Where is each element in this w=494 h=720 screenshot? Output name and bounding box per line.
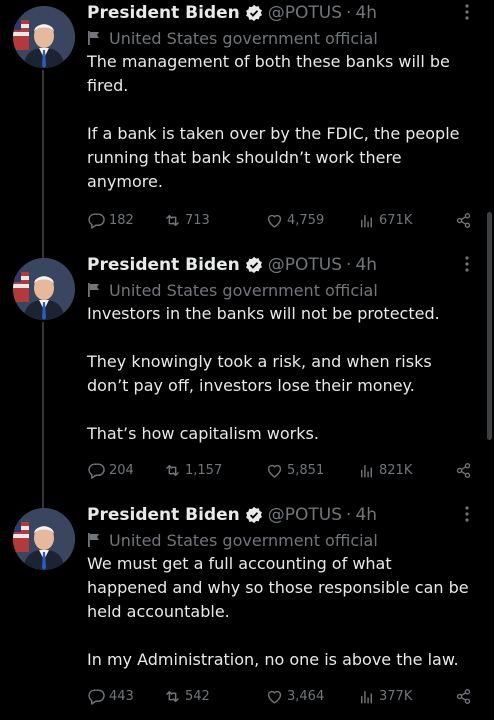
tweet-paragraph: We must get a full accounting of what ha… bbox=[87, 554, 469, 621]
like-count: 5,851 bbox=[287, 462, 325, 478]
retweet-icon bbox=[166, 690, 179, 702]
like-button[interactable]: 5,851 bbox=[265, 459, 324, 481]
avatar-portrait bbox=[13, 258, 75, 320]
share-button[interactable] bbox=[454, 209, 476, 231]
reply-count: 204 bbox=[109, 462, 134, 478]
author-name[interactable]: President Biden bbox=[87, 252, 240, 278]
author-name[interactable]: President Biden bbox=[87, 502, 240, 528]
avatar-portrait bbox=[13, 6, 75, 68]
share-button[interactable] bbox=[454, 685, 476, 707]
share-icon bbox=[456, 462, 471, 478]
affiliation-label[interactable]: United States government official bbox=[87, 528, 476, 552]
affiliation-label[interactable]: United States government official bbox=[87, 278, 476, 302]
tweet-text: The management of both these banks will … bbox=[87, 50, 476, 194]
action-bar: 443 542 3,464 377K bbox=[87, 685, 476, 707]
share-icon bbox=[456, 688, 471, 704]
action-bar: 204 1,157 5,851 821K bbox=[87, 459, 476, 481]
avatar[interactable] bbox=[13, 258, 75, 320]
like-button[interactable]: 3,464 bbox=[265, 685, 324, 707]
views-button[interactable]: 671K bbox=[357, 209, 412, 231]
avatar[interactable] bbox=[13, 508, 75, 570]
tweet-text: Investors in the banks will not be prote… bbox=[87, 302, 476, 446]
verified-badge-icon bbox=[245, 4, 263, 22]
reply-button[interactable]: 182 bbox=[87, 209, 134, 231]
retweet-button[interactable]: 713 bbox=[163, 209, 210, 231]
government-flag-icon bbox=[88, 283, 99, 297]
views-count: 377K bbox=[379, 688, 413, 704]
separator-dot: · bbox=[346, 255, 352, 275]
tweet-paragraph: That’s how capitalism works. bbox=[87, 424, 319, 443]
views-chart-icon bbox=[361, 690, 372, 704]
avatar[interactable] bbox=[13, 6, 75, 68]
separator-dot: · bbox=[346, 3, 352, 23]
tweet-paragraph: Investors in the banks will not be prote… bbox=[87, 304, 440, 323]
heart-icon bbox=[267, 214, 282, 228]
verified-badge-icon bbox=[245, 506, 263, 524]
retweet-icon bbox=[166, 464, 179, 476]
tweet-text: We must get a full accounting of what ha… bbox=[87, 552, 476, 672]
more-options-icon[interactable] bbox=[458, 504, 476, 524]
more-options-icon[interactable] bbox=[458, 254, 476, 274]
views-chart-icon bbox=[361, 214, 372, 228]
views-count: 671K bbox=[379, 212, 413, 228]
reply-icon bbox=[88, 212, 105, 229]
retweet-icon bbox=[166, 214, 179, 226]
views-button[interactable]: 821K bbox=[357, 459, 412, 481]
avatar-portrait bbox=[13, 508, 75, 570]
tweet-paragraph: The management of both these banks will … bbox=[87, 52, 450, 95]
reply-button[interactable]: 204 bbox=[87, 459, 134, 481]
views-button[interactable]: 377K bbox=[357, 685, 412, 707]
affiliation-label-text: United States government official bbox=[109, 280, 378, 300]
retweet-count: 542 bbox=[185, 688, 210, 704]
affiliation-label[interactable]: United States government official bbox=[87, 26, 476, 50]
tweet-time[interactable]: 4h bbox=[355, 502, 377, 528]
views-chart-icon bbox=[361, 464, 372, 478]
retweet-count: 713 bbox=[185, 212, 210, 228]
thread-line bbox=[42, 322, 44, 508]
tweet-paragraph: They knowingly took a risk, and when ris… bbox=[87, 352, 432, 395]
retweet-count: 1,157 bbox=[185, 462, 223, 478]
reply-count: 182 bbox=[109, 212, 134, 228]
author-handle[interactable]: @POTUS bbox=[268, 0, 342, 26]
author-handle[interactable]: @POTUS bbox=[268, 252, 342, 278]
scrollbar[interactable] bbox=[487, 212, 492, 440]
retweet-button[interactable]: 1,157 bbox=[163, 459, 222, 481]
views-count: 821K bbox=[379, 462, 413, 478]
tweet-paragraph: In my Administration, no one is above th… bbox=[87, 650, 459, 669]
government-flag-icon bbox=[88, 31, 99, 45]
like-count: 3,464 bbox=[287, 688, 325, 704]
action-bar: 182 713 4,759 671K bbox=[87, 209, 476, 231]
heart-icon bbox=[267, 690, 282, 704]
tweet-time[interactable]: 4h bbox=[355, 252, 377, 278]
author-handle[interactable]: @POTUS bbox=[268, 502, 342, 528]
like-count: 4,759 bbox=[287, 212, 325, 228]
verified-badge-icon bbox=[245, 256, 263, 274]
share-button[interactable] bbox=[454, 459, 476, 481]
reply-count: 443 bbox=[109, 688, 134, 704]
reply-button[interactable]: 443 bbox=[87, 685, 134, 707]
more-options-icon[interactable] bbox=[458, 2, 476, 22]
reply-icon bbox=[88, 462, 105, 479]
share-icon bbox=[456, 212, 471, 228]
thread-line bbox=[42, 70, 44, 260]
reply-icon bbox=[88, 688, 105, 705]
retweet-button[interactable]: 542 bbox=[163, 685, 210, 707]
affiliation-label-text: United States government official bbox=[109, 28, 378, 48]
tweet-paragraph: If a bank is taken over by the FDIC, the… bbox=[87, 124, 460, 191]
tweet-time[interactable]: 4h bbox=[355, 0, 377, 26]
like-button[interactable]: 4,759 bbox=[265, 209, 324, 231]
heart-icon bbox=[267, 464, 282, 478]
author-name[interactable]: President Biden bbox=[87, 0, 240, 26]
affiliation-label-text: United States government official bbox=[109, 530, 378, 550]
separator-dot: · bbox=[346, 505, 352, 525]
government-flag-icon bbox=[88, 533, 99, 547]
